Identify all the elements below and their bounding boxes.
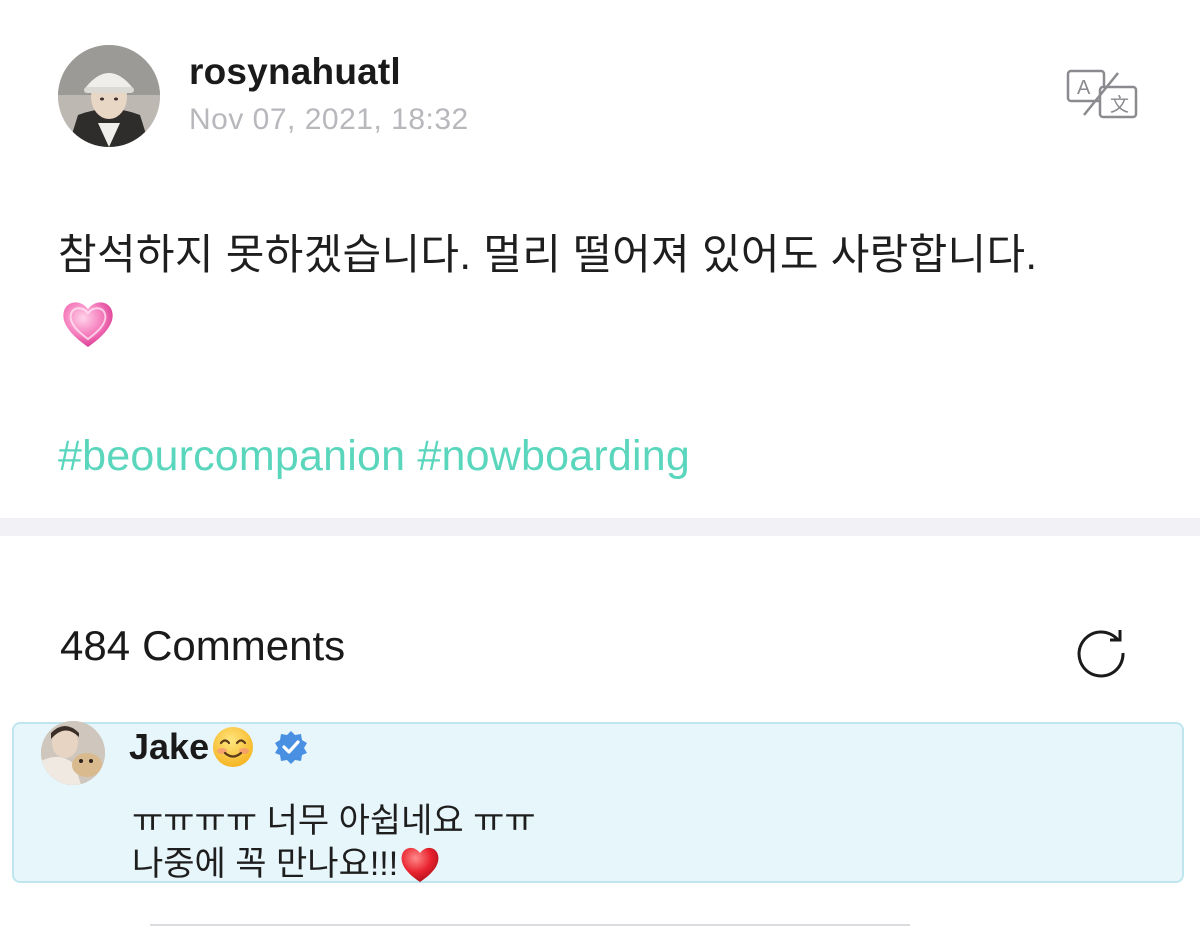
refresh-icon[interactable] xyxy=(1072,620,1130,678)
comments-count-header: 484 Comments xyxy=(60,622,345,670)
smiling-face-icon xyxy=(211,725,255,769)
post-body: 참석하지 못하겠습니다. 멀리 떨어져 있어도 사랑합니다. xyxy=(58,225,1158,353)
post-detail-page: rosynahuatl Nov 07, 2021, 18:32 A 文 참석하지… xyxy=(0,0,1200,929)
list-divider xyxy=(150,924,910,926)
commenter-avatar[interactable] xyxy=(41,721,105,785)
comment-line-text: ㅠㅠㅠㅠ 너무 아쉽네요 ㅠㅠ xyxy=(132,802,536,840)
post-header: rosynahuatl Nov 07, 2021, 18:32 A 文 xyxy=(58,45,1148,149)
section-divider xyxy=(0,518,1200,536)
translate-icon[interactable]: A 文 xyxy=(1066,69,1138,119)
pink-heart-icon xyxy=(58,293,118,353)
comments-count: 484 xyxy=(60,622,131,669)
verified-badge-icon xyxy=(273,729,309,765)
hashtag-link[interactable]: #nowboarding xyxy=(417,432,690,480)
post-text: 참석하지 못하겠습니다. 멀리 떨어져 있어도 사랑합니다. xyxy=(58,231,1038,278)
comment-line: ㅠㅠㅠㅠ 너무 아쉽네요 ㅠㅠ xyxy=(132,800,536,842)
svg-text:A: A xyxy=(1077,77,1091,99)
comment-line-text: 나중에 꼭 만나요!!! xyxy=(132,845,399,883)
comment-author-name[interactable]: Jake xyxy=(129,726,209,768)
comment-author-row: Jake xyxy=(129,724,309,770)
author-name[interactable]: rosynahuatl xyxy=(189,51,401,93)
svg-text:文: 文 xyxy=(1110,94,1129,116)
highlighted-comment[interactable]: Jake ㅠㅠㅠㅠ 너무 아쉽네요 ㅠㅠ 나중에 꼭 만나요!!! xyxy=(12,721,1184,886)
hashtag-list: #beourcompanion #nowboarding xyxy=(58,432,690,481)
comments-label: Comments xyxy=(142,622,346,669)
hashtag-link[interactable]: #beourcompanion xyxy=(58,432,405,480)
comment-line: 나중에 꼭 만나요!!! xyxy=(132,842,536,886)
red-heart-icon xyxy=(398,842,442,886)
post-timestamp: Nov 07, 2021, 18:32 xyxy=(189,103,469,136)
comment-text: ㅠㅠㅠㅠ 너무 아쉽네요 ㅠㅠ 나중에 꼭 만나요!!! xyxy=(132,800,536,886)
author-avatar[interactable] xyxy=(58,45,160,147)
